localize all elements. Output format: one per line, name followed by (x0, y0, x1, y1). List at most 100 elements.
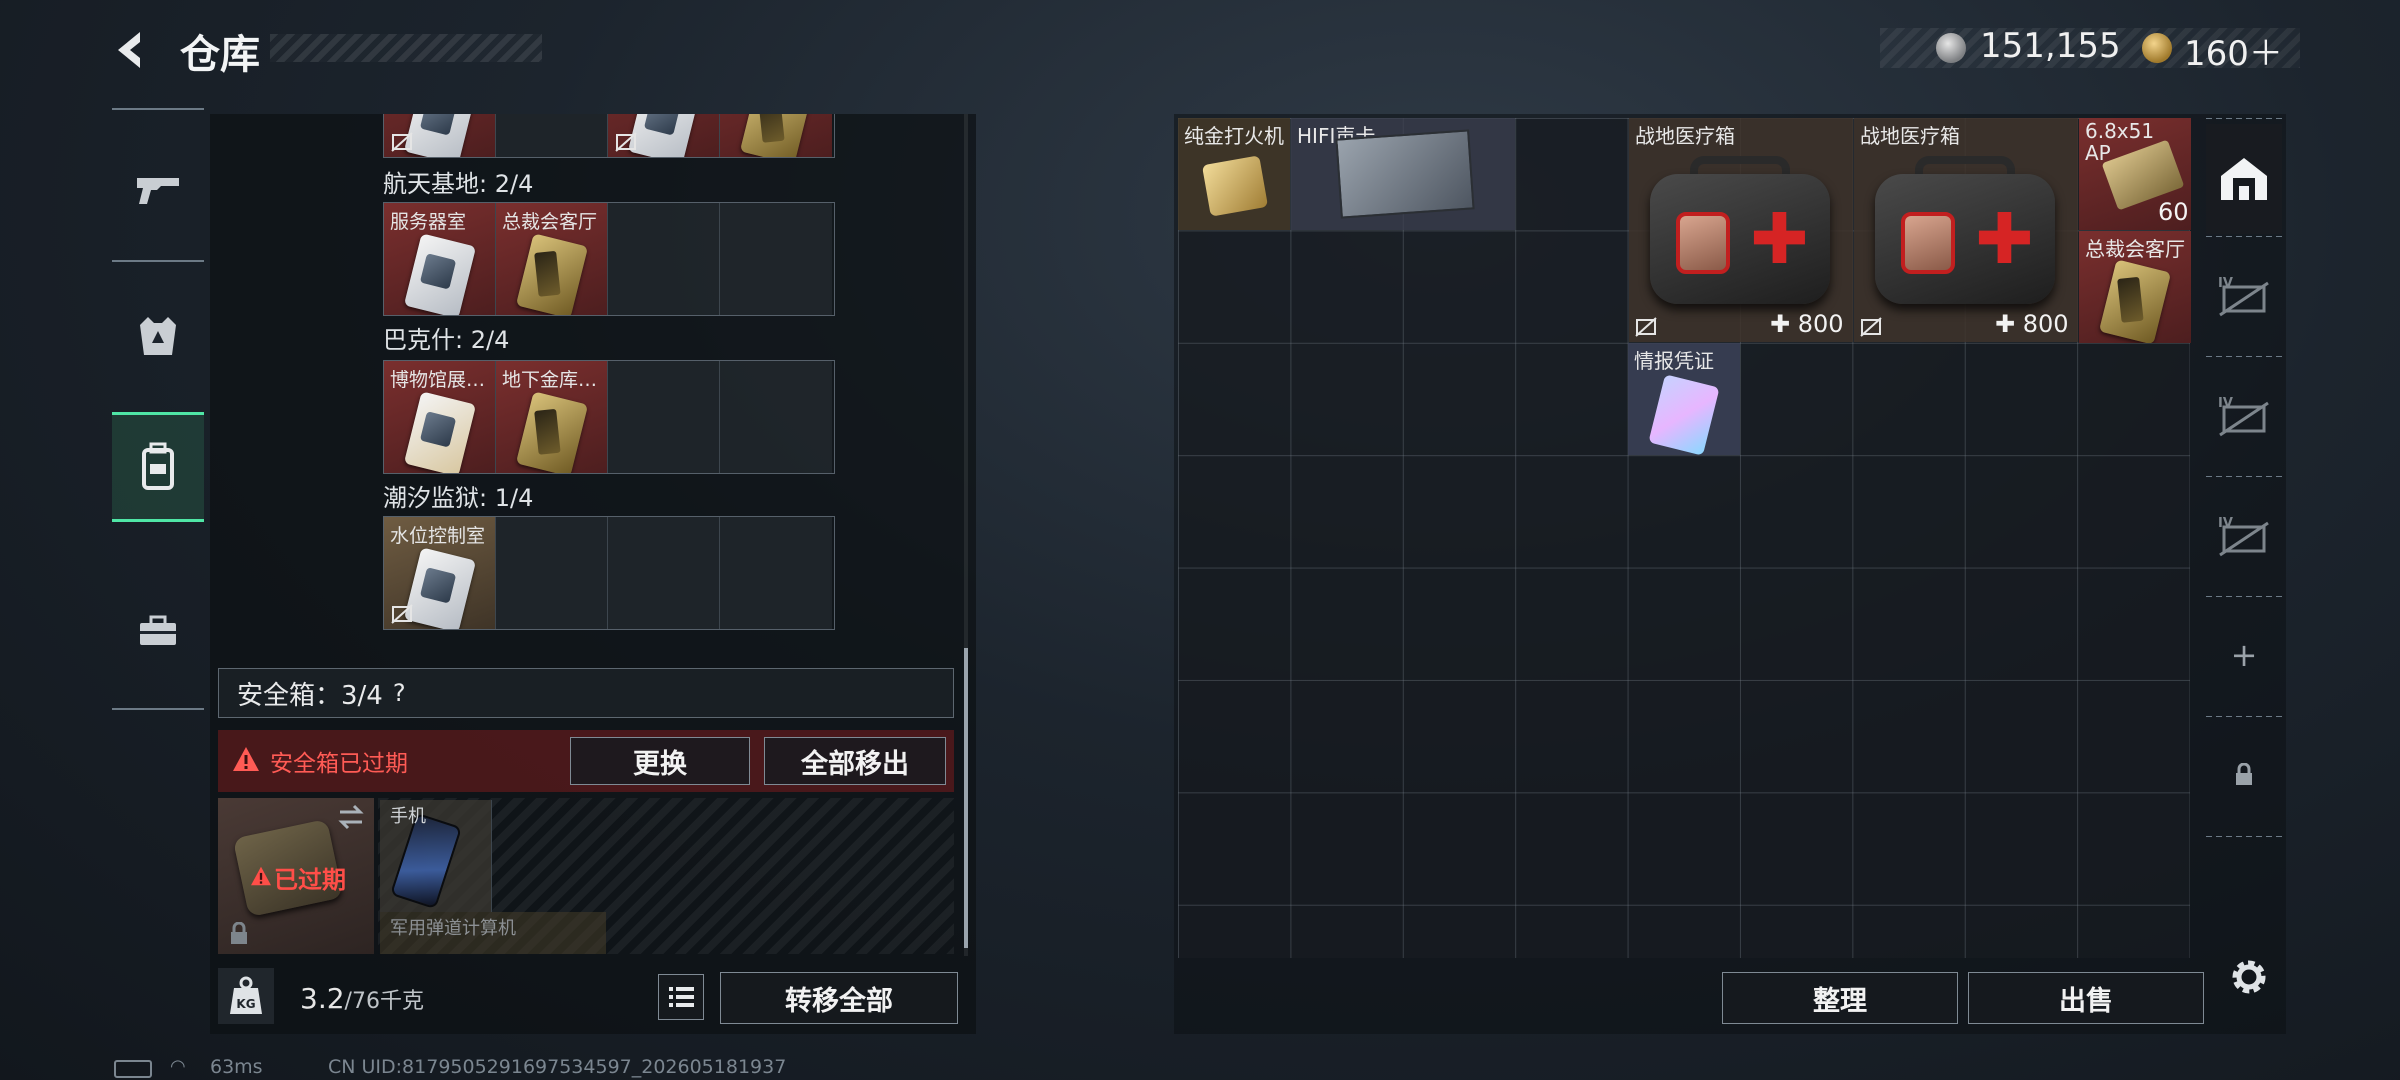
keycard-slot-empty[interactable] (720, 517, 832, 629)
expired-warning-icon (251, 866, 271, 886)
gun-icon (137, 178, 179, 204)
tab-divider (2206, 716, 2282, 717)
keycard-slot[interactable]: 水位控制室 (384, 517, 496, 629)
nav-armor[interactable] (112, 282, 204, 392)
item-name: 战地医疗箱 (1860, 124, 1960, 148)
scrollbar-thumb[interactable] (964, 648, 968, 948)
soundcard-image (1335, 129, 1475, 219)
keycard-list[interactable]: 航天基地: 2/4 服务器室 总裁会客厅 巴克什: 2/4 博物馆展… 地下金库… (210, 114, 976, 654)
no-insurance-icon (391, 604, 413, 624)
sort-button[interactable]: 整理 (1722, 972, 1958, 1024)
settings-gear-icon[interactable] (2226, 954, 2272, 1000)
keycard-slot-empty[interactable] (720, 203, 832, 315)
no-insurance-icon (1860, 317, 1882, 337)
gold-coin-icon (2142, 33, 2172, 63)
nav-toolbox[interactable] (112, 576, 204, 686)
uid-text: CN UID:817950529169753459​7_202605181937 (328, 1056, 787, 1078)
map-group-label: 航天基地: 2/4 (383, 170, 534, 198)
weight-icon: KG (230, 976, 262, 1014)
lock-icon (231, 922, 247, 944)
expired-notice-text: 安全箱已过期 (270, 751, 408, 777)
weight-unit-badge: KG (236, 997, 255, 1011)
keycard-row: 博物馆展… 地下金库… (383, 360, 835, 474)
tab-divider (2206, 476, 2282, 477)
keycard-slot[interactable] (720, 114, 832, 157)
keycard-slot[interactable]: 总裁会客厅 (496, 203, 608, 315)
help-icon[interactable]: ? (393, 679, 406, 707)
wifi-icon: ◠ (170, 1056, 186, 1077)
armor-vest-icon (140, 317, 176, 355)
transfer-all-button[interactable]: 转移全部 (720, 972, 958, 1024)
sell-button[interactable]: 出售 (1968, 972, 2204, 1024)
nav-backpack[interactable] (112, 412, 204, 522)
house-icon (2221, 158, 2267, 200)
toolbox-icon (140, 615, 176, 645)
stash-tab-main[interactable] (2206, 124, 2282, 234)
keycard-slot[interactable]: 服务器室 (384, 203, 496, 315)
item-name: 战地医疗箱 (1635, 124, 1735, 148)
keycard-slot[interactable] (608, 114, 720, 157)
nav-divider (112, 108, 204, 110)
medkit-image (1875, 174, 2055, 304)
gold-currency-value[interactable]: 160＋ (2184, 26, 2283, 75)
locked-stash-icon: IV (2218, 396, 2269, 437)
nav-weapons[interactable] (112, 134, 204, 244)
keycard-slot-empty[interactable] (608, 361, 720, 473)
tab-divider (2206, 118, 2282, 119)
map-group-label: 巴克什: 2/4 (383, 326, 510, 354)
keycard-slot-empty[interactable] (720, 361, 832, 473)
warning-icon (233, 747, 259, 771)
nav-divider (112, 708, 204, 710)
lock-icon (2236, 763, 2252, 785)
silver-coin-icon (1936, 33, 1966, 63)
keycard-row: 服务器室 总裁会客厅 (383, 202, 835, 316)
silver-currency-value: 151,155 (1980, 26, 2121, 66)
no-insurance-icon (615, 132, 637, 152)
list-view-button[interactable] (658, 974, 704, 1020)
back-arrow-icon[interactable] (110, 28, 154, 72)
no-insurance-icon (1635, 317, 1657, 337)
weight-badge: KG (218, 968, 274, 1024)
keycard-slot-empty[interactable] (496, 114, 608, 157)
ping-value: 63ms (210, 1056, 263, 1078)
keycard-name: 博物馆展… (390, 369, 486, 391)
tab-divider (2206, 236, 2282, 237)
keycard-slot[interactable]: 博物馆展… (384, 361, 496, 473)
move-all-out-button[interactable]: 全部移出 (764, 737, 946, 785)
keycard-slot[interactable] (384, 114, 496, 157)
locked-stash-icon: IV (2218, 276, 2269, 317)
tab-divider (2206, 356, 2282, 357)
add-stash-tab-button[interactable]: + (2206, 600, 2282, 710)
ammo-count: 60 (2158, 198, 2189, 226)
keycard-name: 水位控制室 (390, 525, 486, 547)
list-icon (669, 987, 694, 1007)
tab-divider (2206, 596, 2282, 597)
durability-value: ✚ 800 (1770, 310, 1844, 338)
weight-display: 3.2/76千克 (300, 982, 424, 1015)
keycard-row: 水位控制室 (383, 516, 835, 630)
keycard-slot-empty[interactable] (608, 203, 720, 315)
swap-icon[interactable] (336, 804, 366, 830)
lighter-image (1201, 155, 1269, 217)
map-group-label: 潮汐监狱: 1/4 (383, 484, 534, 512)
stash-tab-iv-3[interactable]: IV (2206, 480, 2282, 590)
stash-tab-iv-2[interactable]: IV (2206, 360, 2282, 470)
expired-badge: 已过期 (274, 866, 346, 894)
locked-stash-icon: IV (2218, 516, 2269, 557)
safebox-label: 安全箱：3/4 (237, 680, 383, 711)
stash-tab-locked[interactable] (2206, 720, 2282, 830)
battery-icon (114, 1060, 152, 1078)
keycard-name: 总裁会客厅 (502, 211, 598, 233)
item-name: 总裁会客厅 (2085, 237, 2185, 261)
page-title: 仓库 (180, 32, 260, 78)
keycard-slot-empty[interactable] (608, 517, 720, 629)
keycard-slot[interactable]: 地下金库… (496, 361, 608, 473)
keycard-slot-empty[interactable] (496, 517, 608, 629)
tab-divider (2206, 836, 2282, 837)
weight-max: /76千克 (344, 989, 424, 1014)
stash-item-keycard[interactable]: 总裁会客厅 (2079, 231, 2191, 343)
stash-tab-iv-1[interactable]: IV (2206, 240, 2282, 350)
item-name: 情报凭证 (1634, 349, 1714, 373)
change-safebox-button[interactable]: 更换 (570, 737, 750, 785)
item-name: 纯金打火机 (1184, 124, 1284, 148)
